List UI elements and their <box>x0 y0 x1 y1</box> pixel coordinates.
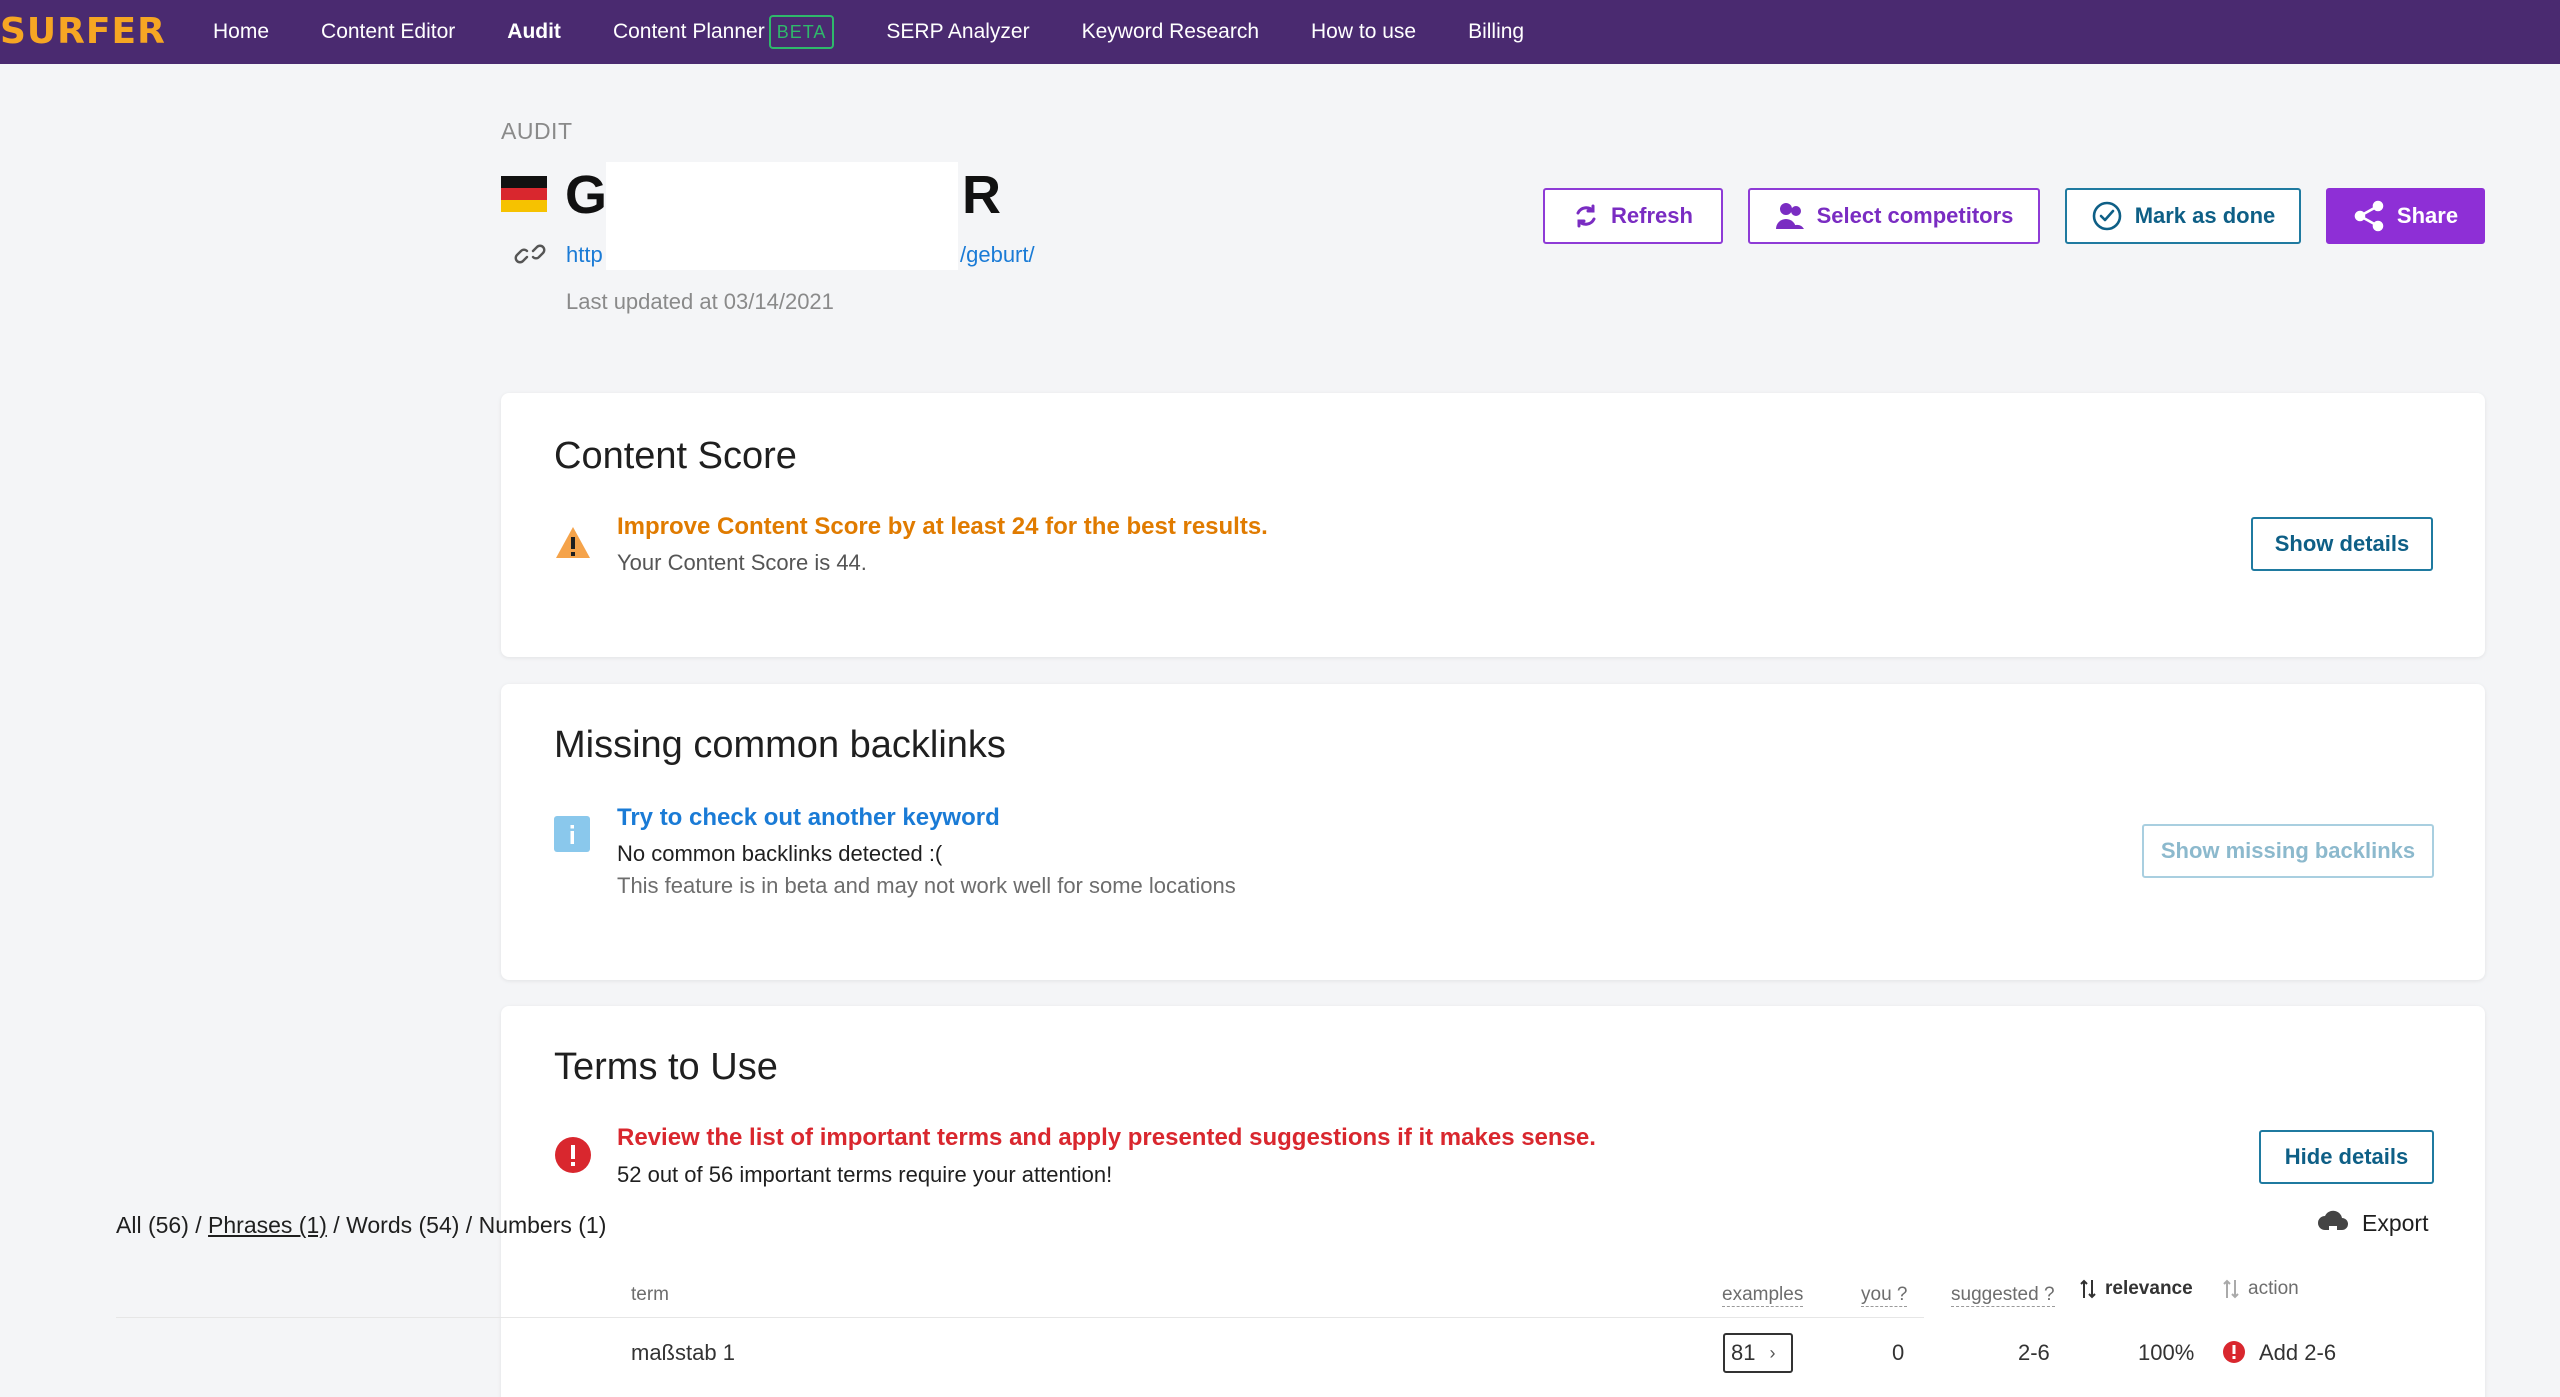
col-relevance[interactable]: relevance <box>2079 1278 2193 1300</box>
cloud-download-icon <box>2318 1210 2348 1238</box>
mark-as-done-button[interactable]: Mark as done <box>2065 188 2301 244</box>
nav-menu: Home Content Editor Audit Content Planne… <box>213 0 1576 64</box>
terms-card: Terms to Use Review the list of importan… <box>501 1006 2485 1397</box>
terms-title: Terms to Use <box>554 1046 778 1088</box>
share-label: Share <box>2396 203 2459 228</box>
top-nav: SURFER Home Content Editor Audit Content… <box>0 0 2560 64</box>
sort-icon <box>2223 1279 2239 1299</box>
nav-content-planner[interactable]: Content Planner BETA <box>612 15 835 49</box>
redaction-block <box>606 162 958 270</box>
content-score-card: Content Score Improve Content Score by a… <box>501 393 2485 657</box>
hide-details-button[interactable]: Hide details <box>2259 1130 2434 1184</box>
col-term[interactable]: term <box>631 1284 669 1306</box>
col-relevance-label: relevance <box>2105 1278 2193 1299</box>
export-button[interactable]: Export <box>2316 1208 2428 1238</box>
relevance-cell: 100% <box>2138 1340 2195 1365</box>
page-title-end: R <box>962 165 1001 225</box>
nav-content-editor[interactable]: Content Editor <box>321 20 455 44</box>
content-score-subline: Your Content Score is 44. <box>617 550 867 575</box>
refresh-button[interactable]: Refresh <box>1543 188 1723 244</box>
examples-button[interactable]: 81 › <box>1723 1333 1793 1373</box>
term-cell: maßstab 1 <box>631 1340 735 1365</box>
link-icon <box>514 244 546 264</box>
nav-home[interactable]: Home <box>213 20 269 44</box>
beta-badge: BETA <box>768 15 835 49</box>
breadcrumb: AUDIT <box>501 118 573 144</box>
surfer-logo[interactable]: SURFER <box>0 10 166 54</box>
backlinks-line-1: No common backlinks detected :( <box>617 841 943 866</box>
filter-separator: / <box>459 1212 479 1238</box>
backlinks-line-2: This feature is in beta and may not work… <box>617 873 1236 898</box>
nav-how-to-use[interactable]: How to use <box>1311 20 1416 44</box>
filter-separator: / <box>188 1212 209 1238</box>
filter-words[interactable]: Words (54) <box>346 1212 459 1238</box>
error-icon <box>555 1137 591 1173</box>
show-missing-backlinks-button[interactable]: Show missing backlinks <box>2142 824 2434 878</box>
sort-icon <box>2080 1279 2096 1299</box>
filter-separator: / <box>326 1212 347 1238</box>
nav-content-planner-label: Content Planner <box>612 20 765 43</box>
share-icon <box>2354 200 2384 232</box>
page-url-end[interactable]: /geburt/ <box>960 242 1035 268</box>
page-url-start[interactable]: http <box>566 242 603 268</box>
filter-all[interactable]: All (56) <box>116 1212 189 1238</box>
nav-serp-analyzer[interactable]: SERP Analyzer <box>886 20 1029 44</box>
nav-audit[interactable]: Audit <box>507 20 561 44</box>
suggested-cell: 2-6 <box>2018 1340 2050 1365</box>
terms-headline: Review the list of important terms and a… <box>617 1124 1596 1151</box>
term-filters: All (56) / Phrases (1) / Words (54) / Nu… <box>116 1212 606 1239</box>
col-action-label: action <box>2248 1278 2299 1299</box>
info-icon <box>554 816 590 852</box>
col-action[interactable]: action <box>2222 1278 2299 1300</box>
chevron-right-icon: › <box>1769 1342 1776 1363</box>
content-score-title: Content Score <box>554 435 797 477</box>
page-title-start: G <box>565 165 608 225</box>
content-score-headline: Improve Content Score by at least 24 for… <box>617 513 1268 540</box>
col-examples: examples <box>1722 1284 1804 1307</box>
check-circle-icon <box>2092 201 2121 231</box>
backlinks-card: Missing common backlinks Try to check ou… <box>501 684 2485 980</box>
refresh-label: Refresh <box>1611 203 1693 228</box>
mark-as-done-label: Mark as done <box>2134 203 2276 228</box>
nav-billing[interactable]: Billing <box>1468 20 1524 44</box>
nav-keyword-research[interactable]: Keyword Research <box>1082 20 1259 44</box>
users-icon <box>1775 203 1804 229</box>
show-details-button[interactable]: Show details <box>2251 517 2433 571</box>
col-you: you ? <box>1861 1284 1908 1307</box>
filter-phrases[interactable]: Phrases (1) <box>208 1212 327 1238</box>
warning-icon <box>556 527 590 558</box>
refresh-icon <box>1576 204 1596 228</box>
error-icon <box>2223 1341 2245 1363</box>
last-updated: Last updated at 03/14/2021 <box>566 289 834 314</box>
export-label: Export <box>2362 1209 2429 1236</box>
terms-subline: 52 out of 56 important terms require you… <box>617 1162 1113 1187</box>
action-cell: Add 2-6 <box>2259 1340 2337 1365</box>
examples-count: 81 <box>1731 1340 1756 1365</box>
filter-numbers[interactable]: Numbers (1) <box>479 1212 607 1238</box>
germany-flag-icon <box>501 176 547 212</box>
backlinks-headline[interactable]: Try to check out another keyword <box>617 804 1000 832</box>
share-button[interactable]: Share <box>2326 188 2485 244</box>
select-competitors-label: Select competitors <box>1816 203 2014 228</box>
select-competitors-button[interactable]: Select competitors <box>1748 188 2040 244</box>
backlinks-title: Missing common backlinks <box>554 724 1006 766</box>
table-header-divider <box>116 1317 1924 1318</box>
you-cell: 0 <box>1892 1340 1905 1365</box>
col-suggested: suggested ? <box>1951 1284 2055 1307</box>
